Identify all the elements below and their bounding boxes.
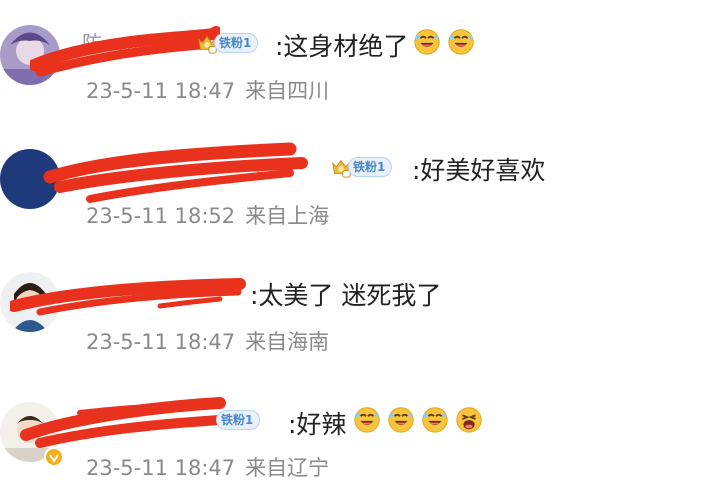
comment-meta: 23-5-11 18:47 来自海南 bbox=[86, 326, 329, 356]
comment-location: 来自上海 bbox=[245, 204, 330, 228]
comment-item: …ㅅ 铁粉1 :好美好喜欢 23-5-11 18:52 来自上海 bbox=[0, 123, 714, 246]
comment-item: :太美了 迷死我了 23-5-11 18:47 来自海南 bbox=[0, 246, 714, 369]
fan-badge[interactable]: 铁粉1 bbox=[216, 409, 261, 431]
laugh-emoji-icon bbox=[446, 26, 476, 56]
comment-item: 铁粉1 :好辣 23-5-11 18:47 来自辽宁 bbox=[0, 369, 714, 492]
comment-meta: 23-5-11 18:52 来自上海 bbox=[86, 200, 329, 230]
comment-item: 防……儿 铁粉1 :这身材绝了 23-5-11 18:47 来自四川 bbox=[0, 0, 714, 123]
comment-time: 23-5-11 18:52 bbox=[86, 204, 236, 228]
fan-badge[interactable]: 铁粉1 bbox=[330, 156, 393, 178]
comment-text: :好辣 bbox=[288, 410, 347, 439]
laugh-emoji-icon bbox=[412, 26, 442, 56]
comment-location: 来自四川 bbox=[245, 79, 330, 103]
laugh-emoji-icon bbox=[420, 404, 450, 434]
comment-location: 来自海南 bbox=[245, 330, 330, 354]
laugh-emoji-icon bbox=[386, 404, 416, 434]
emoji-group bbox=[352, 404, 484, 434]
comment-text: :这身材绝了 bbox=[275, 32, 409, 61]
comment-meta: 23-5-11 18:47 来自辽宁 bbox=[86, 452, 329, 482]
fan-badge-label: 铁粉1 bbox=[216, 410, 261, 430]
comment-text: :好美好喜欢 bbox=[412, 156, 546, 185]
comment-time: 23-5-11 18:47 bbox=[86, 330, 236, 354]
comment-meta: 23-5-11 18:47 来自四川 bbox=[86, 75, 329, 105]
redaction-scribble bbox=[10, 278, 246, 316]
fan-badge-label: 铁粉1 bbox=[214, 33, 259, 53]
comment-location: 来自辽宁 bbox=[245, 456, 330, 480]
emoji-group bbox=[412, 26, 476, 56]
comment-text: :太美了 迷死我了 bbox=[250, 281, 442, 310]
fan-badge[interactable]: 铁粉1 bbox=[196, 32, 259, 54]
redaction-scribble bbox=[30, 26, 220, 77]
comment-time: 23-5-11 18:47 bbox=[86, 456, 236, 480]
comment-time: 23-5-11 18:47 bbox=[86, 79, 236, 103]
fan-badge-label: 铁粉1 bbox=[348, 157, 393, 177]
cry-laugh-emoji-icon bbox=[454, 404, 484, 434]
laugh-emoji-icon bbox=[352, 404, 382, 434]
